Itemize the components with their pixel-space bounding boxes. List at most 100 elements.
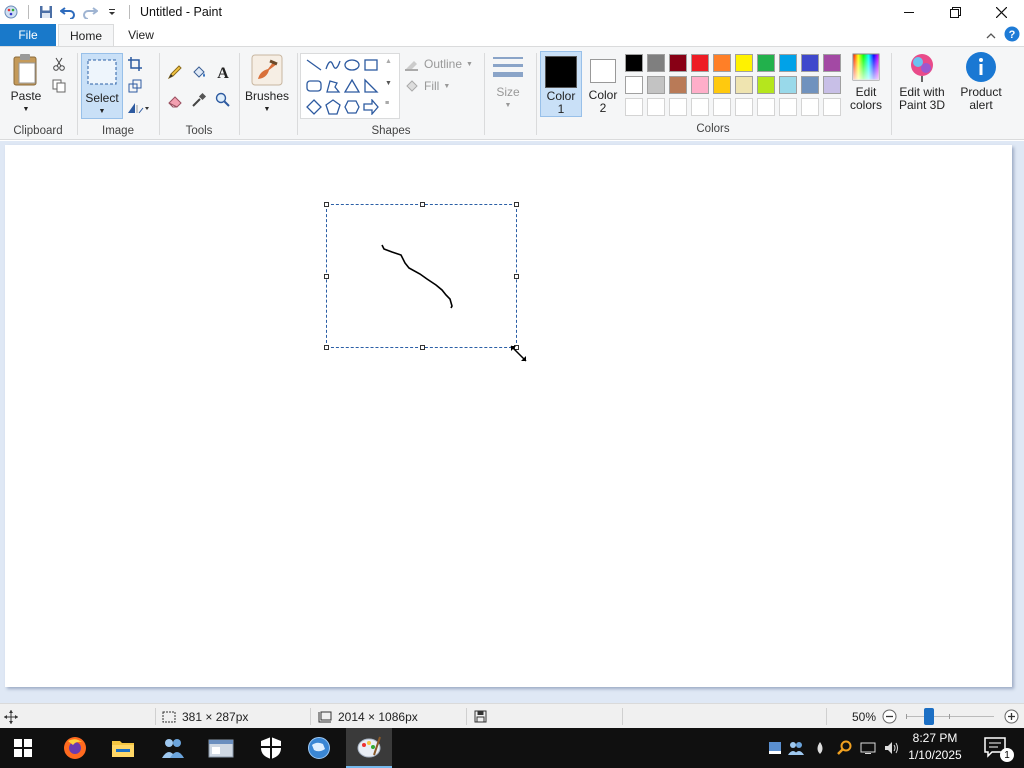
zoom-slider-thumb[interactable] xyxy=(924,708,934,725)
custom-color-slot[interactable] xyxy=(647,98,665,116)
selection-handle[interactable] xyxy=(324,345,329,350)
palette-color-swatch[interactable] xyxy=(823,76,841,94)
edit-with-paint3d-button[interactable]: Edit with Paint 3D xyxy=(894,51,950,112)
brushes-button[interactable]: Brushes ▼ xyxy=(245,53,289,116)
selection-handle[interactable] xyxy=(420,345,425,350)
tab-file[interactable]: File xyxy=(0,24,56,46)
rectangle-shape-icon[interactable] xyxy=(362,56,380,74)
palette-color-swatch[interactable] xyxy=(757,54,775,72)
palette-color-swatch[interactable] xyxy=(801,76,819,94)
rotate-icon[interactable] xyxy=(126,99,152,117)
fill-bucket-icon[interactable] xyxy=(190,63,208,81)
palette-color-swatch[interactable] xyxy=(625,54,643,72)
redo-icon[interactable] xyxy=(79,1,101,23)
palette-color-swatch[interactable] xyxy=(625,76,643,94)
tray-search-icon[interactable] xyxy=(832,740,856,756)
notification-center-button[interactable]: 1 xyxy=(984,736,1014,762)
triangle-shape-icon[interactable] xyxy=(343,77,361,95)
help-icon[interactable]: ? xyxy=(1004,26,1020,45)
color2-button[interactable]: Color 2 xyxy=(584,51,622,115)
custom-color-slot[interactable] xyxy=(625,98,643,116)
palette-color-swatch[interactable] xyxy=(691,76,709,94)
start-button[interactable] xyxy=(0,728,46,768)
network-icon[interactable] xyxy=(856,741,880,755)
color-picker-icon[interactable] xyxy=(190,91,208,109)
tray-people-icon[interactable] xyxy=(784,741,808,755)
outline-button[interactable]: Outline ▼ xyxy=(404,57,473,71)
shapes-scroll-up-icon[interactable]: ▲ xyxy=(385,58,392,65)
palette-color-swatch[interactable] xyxy=(647,54,665,72)
minimize-button[interactable] xyxy=(886,0,932,24)
shapes-scroll-down-icon[interactable]: ▼ xyxy=(385,80,392,87)
rounded-rectangle-shape-icon[interactable] xyxy=(305,77,323,95)
minimize-ribbon-chevron-icon[interactable] xyxy=(986,29,996,43)
pentagon-shape-icon[interactable] xyxy=(324,98,342,116)
volume-icon[interactable] xyxy=(880,741,904,755)
selection-handle[interactable] xyxy=(324,274,329,279)
selection-handle[interactable] xyxy=(324,202,329,207)
system-window-taskbar-icon[interactable] xyxy=(198,728,244,768)
palette-color-swatch[interactable] xyxy=(735,76,753,94)
tab-view[interactable]: View xyxy=(118,24,164,46)
firefox-taskbar-icon[interactable] xyxy=(52,728,98,768)
security-shield-taskbar-icon[interactable] xyxy=(248,728,294,768)
palette-color-swatch[interactable] xyxy=(779,76,797,94)
close-button[interactable] xyxy=(978,0,1024,24)
zoom-in-button[interactable] xyxy=(1004,704,1019,729)
people-app-taskbar-icon[interactable] xyxy=(150,728,196,768)
paste-button[interactable]: Paste ▼ xyxy=(6,53,46,116)
magnifier-icon[interactable] xyxy=(214,91,232,109)
polygon-shape-icon[interactable] xyxy=(324,77,342,95)
line-shape-icon[interactable] xyxy=(305,56,323,74)
custom-color-slot[interactable] xyxy=(801,98,819,116)
custom-color-slot[interactable] xyxy=(691,98,709,116)
fill-button[interactable]: Fill ▼ xyxy=(404,79,450,93)
palette-color-swatch[interactable] xyxy=(669,54,687,72)
clock[interactable]: 8:27 PM 1/10/2025 xyxy=(902,730,968,764)
product-alert-button[interactable]: Product alert xyxy=(954,51,1008,112)
diamond-shape-icon[interactable] xyxy=(305,98,323,116)
palette-color-swatch[interactable] xyxy=(823,54,841,72)
selection-rectangle[interactable] xyxy=(324,202,519,350)
tab-home[interactable]: Home xyxy=(58,24,114,46)
custom-color-slot[interactable] xyxy=(757,98,775,116)
custom-color-slot[interactable] xyxy=(713,98,731,116)
palette-color-swatch[interactable] xyxy=(801,54,819,72)
right-triangle-shape-icon[interactable] xyxy=(362,77,380,95)
zoom-slider[interactable] xyxy=(904,704,996,729)
selection-handle[interactable] xyxy=(420,202,425,207)
restore-button[interactable] xyxy=(932,0,978,24)
custom-color-slot[interactable] xyxy=(669,98,687,116)
cut-icon[interactable] xyxy=(50,55,68,73)
palette-color-swatch[interactable] xyxy=(713,54,731,72)
customize-toolbar-chevron-icon[interactable] xyxy=(101,1,123,23)
shapes-more-icon[interactable]: ≡ xyxy=(385,100,389,107)
browser-globe-taskbar-icon[interactable] xyxy=(296,728,342,768)
zoom-out-button[interactable] xyxy=(882,704,897,729)
drawing-canvas[interactable] xyxy=(5,145,1012,687)
custom-color-slot[interactable] xyxy=(823,98,841,116)
custom-color-slot[interactable] xyxy=(779,98,797,116)
size-button[interactable]: Size ▼ xyxy=(488,55,528,112)
curve-shape-icon[interactable] xyxy=(324,56,342,74)
selection-handle[interactable] xyxy=(514,202,519,207)
resize-icon[interactable] xyxy=(126,77,144,95)
custom-color-slot[interactable] xyxy=(735,98,753,116)
eraser-icon[interactable] xyxy=(166,91,184,109)
palette-color-swatch[interactable] xyxy=(691,54,709,72)
oval-shape-icon[interactable] xyxy=(343,56,361,74)
palette-color-swatch[interactable] xyxy=(735,54,753,72)
paint-app-icon[interactable] xyxy=(0,1,22,23)
palette-color-swatch[interactable] xyxy=(779,54,797,72)
right-arrow-shape-icon[interactable] xyxy=(362,98,380,116)
color1-button[interactable]: Color 1 xyxy=(540,51,582,117)
file-explorer-taskbar-icon[interactable] xyxy=(100,728,146,768)
text-icon[interactable]: A xyxy=(214,63,232,81)
edit-colors-button[interactable]: Edit colors xyxy=(844,51,888,112)
paint-taskbar-icon[interactable] xyxy=(346,728,392,768)
hexagon-shape-icon[interactable] xyxy=(343,98,361,116)
save-icon[interactable] xyxy=(35,1,57,23)
palette-color-swatch[interactable] xyxy=(669,76,687,94)
undo-icon[interactable] xyxy=(57,1,79,23)
selection-handle[interactable] xyxy=(514,274,519,279)
